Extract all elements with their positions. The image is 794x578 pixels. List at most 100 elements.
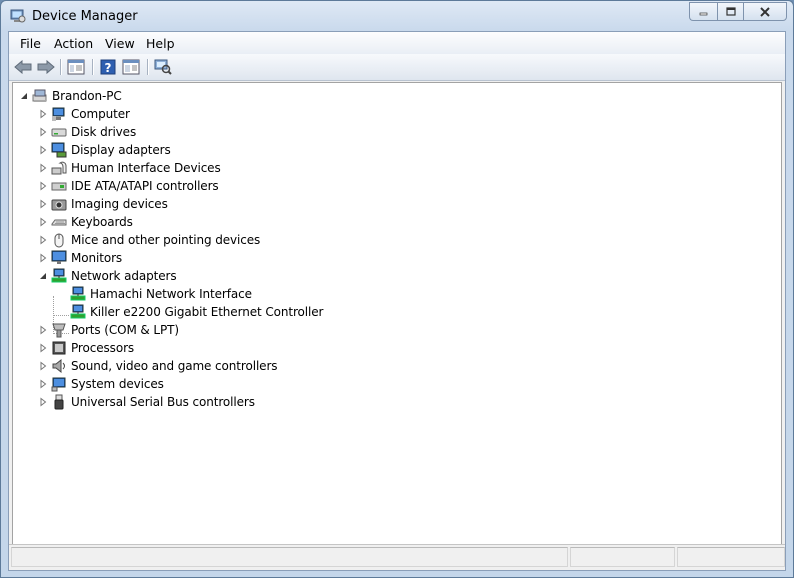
maximize-button[interactable] bbox=[717, 2, 743, 21]
collapsed-arrow-icon[interactable] bbox=[38, 198, 48, 209]
collapsed-arrow-icon[interactable] bbox=[38, 180, 48, 191]
collapsed-arrow-icon[interactable] bbox=[38, 360, 48, 371]
collapsed-arrow-icon[interactable] bbox=[38, 252, 48, 263]
toolbar-separator bbox=[147, 59, 149, 75]
minimize-button[interactable] bbox=[689, 2, 717, 21]
toolbar-separator bbox=[92, 59, 94, 75]
collapsed-arrow-icon[interactable] bbox=[38, 216, 48, 227]
tree-item-system-devices[interactable]: System devices bbox=[38, 375, 164, 392]
tree-item-processors[interactable]: Processors bbox=[38, 339, 134, 356]
port-icon bbox=[52, 323, 66, 337]
show-hide-console-tree-button[interactable] bbox=[66, 58, 86, 76]
tree-item-label: IDE ATA/ATAPI controllers bbox=[71, 178, 219, 193]
forward-arrow-icon bbox=[37, 60, 55, 74]
speaker-icon bbox=[52, 358, 65, 373]
tree-item-sound-video-game[interactable]: Sound, video and game controllers bbox=[38, 357, 278, 374]
status-bar bbox=[9, 544, 785, 570]
window-controls bbox=[689, 2, 787, 21]
tree-item-label: Mice and other pointing devices bbox=[71, 232, 261, 247]
properties-icon bbox=[122, 59, 140, 75]
tree-item-label: Network adapters bbox=[71, 268, 177, 283]
tree-child-hamachi[interactable]: Hamachi Network Interface bbox=[70, 285, 252, 302]
system-device-icon bbox=[51, 377, 66, 391]
tree-item-label: System devices bbox=[71, 376, 164, 391]
tree-item-label: Human Interface Devices bbox=[71, 160, 221, 175]
tree-item-ports[interactable]: Ports (COM & LPT) bbox=[38, 321, 179, 338]
tree-item-label: Processors bbox=[71, 340, 135, 355]
tree-item-label: Killer e2200 Gigabit Ethernet Controller bbox=[90, 304, 324, 319]
scan-hardware-button[interactable] bbox=[153, 58, 173, 76]
close-icon bbox=[760, 6, 770, 17]
close-button[interactable] bbox=[743, 2, 787, 21]
menu-help[interactable]: Help bbox=[146, 36, 175, 51]
tree-item-imaging-devices[interactable]: Imaging devices bbox=[38, 195, 168, 212]
tree-item-label: Display adapters bbox=[71, 142, 171, 157]
tree-item-human-interface-devices[interactable]: Human Interface Devices bbox=[38, 159, 221, 176]
collapsed-arrow-icon[interactable] bbox=[38, 126, 48, 137]
back-button[interactable] bbox=[13, 58, 33, 76]
collapsed-arrow-icon[interactable] bbox=[38, 108, 48, 119]
device-manager-window: Device Manager File Action View Help ? B… bbox=[0, 0, 794, 578]
tree-item-keyboards[interactable]: Keyboards bbox=[38, 213, 133, 230]
expanded-arrow-icon[interactable] bbox=[38, 271, 48, 281]
device-manager-icon bbox=[10, 9, 26, 23]
network-adapter-icon bbox=[70, 304, 86, 318]
window-title: Device Manager bbox=[32, 9, 138, 24]
menu-file[interactable]: File bbox=[20, 36, 41, 51]
tree-item-computer[interactable]: Computer bbox=[38, 105, 130, 122]
tree-item-label: Universal Serial Bus controllers bbox=[71, 394, 255, 409]
network-adapter-icon bbox=[70, 286, 86, 300]
computer-icon bbox=[52, 107, 65, 121]
tree-item-display-adapters[interactable]: Display adapters bbox=[38, 141, 171, 158]
collapsed-arrow-icon[interactable] bbox=[38, 144, 48, 155]
tree-item-label: Imaging devices bbox=[71, 196, 168, 211]
hid-icon bbox=[51, 161, 67, 174]
collapsed-arrow-icon[interactable] bbox=[38, 378, 48, 389]
svg-text:?: ? bbox=[105, 61, 112, 75]
processor-icon bbox=[52, 341, 66, 354]
keyboard-icon bbox=[51, 219, 67, 225]
menu-action[interactable]: Action bbox=[54, 36, 93, 51]
collapsed-arrow-icon[interactable] bbox=[38, 396, 48, 407]
usb-icon bbox=[54, 394, 64, 409]
collapsed-arrow-icon[interactable] bbox=[38, 324, 48, 335]
tree-item-mice[interactable]: Mice and other pointing devices bbox=[38, 231, 260, 248]
expanded-arrow-icon[interactable] bbox=[19, 91, 29, 101]
minimize-icon bbox=[699, 12, 707, 15]
title-bar[interactable]: Device Manager bbox=[1, 1, 793, 31]
ide-controller-icon bbox=[51, 182, 67, 190]
camera-icon bbox=[51, 199, 67, 210]
network-adapter-icon bbox=[51, 268, 67, 282]
disk-drive-icon bbox=[51, 128, 67, 136]
tree-root-label: Brandon-PC bbox=[52, 88, 122, 103]
collapsed-arrow-icon[interactable] bbox=[38, 234, 48, 245]
tree-item-label: Monitors bbox=[71, 250, 123, 265]
monitor-icon bbox=[51, 250, 67, 264]
tree-item-ide-controllers[interactable]: IDE ATA/ATAPI controllers bbox=[38, 177, 219, 194]
tree-item-label: Disk drives bbox=[71, 124, 137, 139]
tree-root-node[interactable]: Brandon-PC bbox=[19, 87, 122, 104]
collapsed-arrow-icon[interactable] bbox=[38, 342, 48, 353]
tree-item-usb-controllers[interactable]: Universal Serial Bus controllers bbox=[38, 393, 255, 410]
tree-item-monitors[interactable]: Monitors bbox=[38, 249, 122, 266]
menu-view[interactable]: View bbox=[105, 36, 135, 51]
status-pane bbox=[11, 547, 568, 567]
tree-item-label: Hamachi Network Interface bbox=[90, 286, 252, 301]
tree-child-killer-ethernet[interactable]: Killer e2200 Gigabit Ethernet Controller bbox=[70, 303, 323, 320]
forward-button[interactable] bbox=[36, 58, 56, 76]
device-tree[interactable]: Brandon-PC Computer Disk drives Display … bbox=[12, 82, 782, 545]
tree-connector bbox=[53, 315, 69, 316]
help-button[interactable]: ? bbox=[98, 58, 118, 76]
status-pane bbox=[570, 547, 675, 567]
properties-button[interactable] bbox=[121, 58, 141, 76]
tree-item-label: Computer bbox=[71, 106, 130, 121]
computer-icon bbox=[32, 89, 47, 102]
tree-item-network-adapters[interactable]: Network adapters bbox=[38, 267, 177, 284]
tree-item-disk-drives[interactable]: Disk drives bbox=[38, 123, 136, 140]
toolbar: ? bbox=[9, 54, 785, 81]
menu-bar: File Action View Help bbox=[9, 32, 785, 55]
collapsed-arrow-icon[interactable] bbox=[38, 162, 48, 173]
tree-item-label: Sound, video and game controllers bbox=[71, 358, 278, 373]
tree-item-label: Keyboards bbox=[71, 214, 133, 229]
status-pane bbox=[677, 547, 785, 567]
